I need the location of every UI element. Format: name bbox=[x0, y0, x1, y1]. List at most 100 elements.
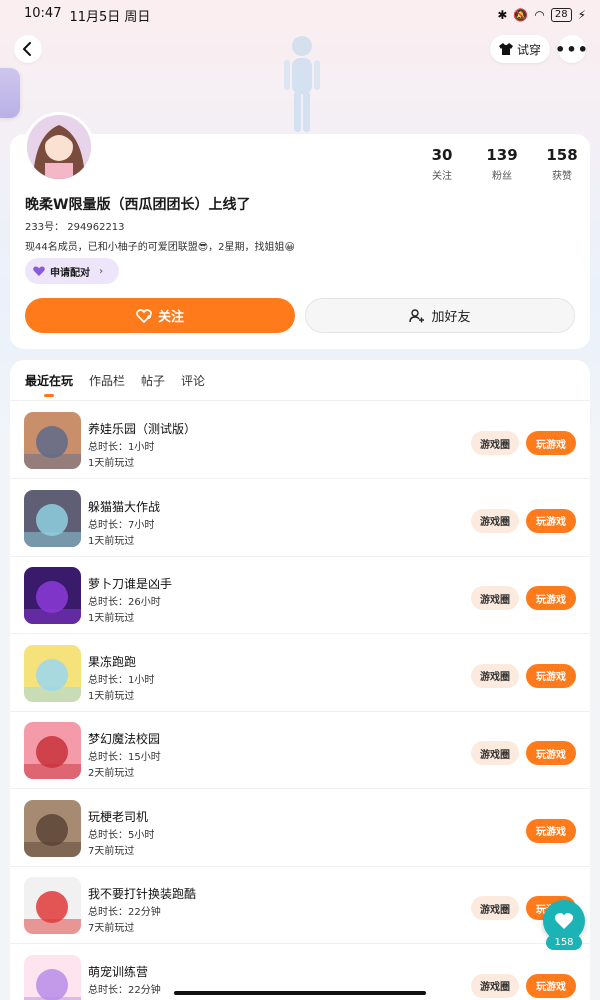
username: 晚柔W限量版（西瓜团团长）上线了 bbox=[25, 197, 251, 213]
wifi-icon: ◠ bbox=[534, 8, 545, 22]
game-row[interactable]: 萝卜刀谁是凶手 总时长：26小时 1天前玩过 游戏圈 玩游戏 bbox=[10, 557, 590, 634]
stat-number: 158 bbox=[546, 146, 578, 164]
game-last-played: 1天前玩过 bbox=[88, 535, 135, 547]
game-row[interactable]: 躲猫猫大作战 总时长：7小时 1天前玩过 游戏圈 玩游戏 bbox=[10, 480, 590, 557]
game-last-played: 1天前玩过 bbox=[88, 690, 135, 702]
add-friend-label: 加好友 bbox=[431, 310, 471, 325]
user-avatar[interactable] bbox=[24, 112, 94, 182]
avatar-3d-figure bbox=[284, 36, 320, 132]
like-count: 158 bbox=[546, 935, 582, 950]
status-time: 10:47 bbox=[24, 5, 62, 21]
play-game-button[interactable]: 玩游戏 bbox=[526, 741, 576, 765]
game-duration: 总时长：1小时 bbox=[88, 442, 155, 453]
tab-posts[interactable]: 帖子 bbox=[141, 372, 165, 395]
stat-label: 粉丝 bbox=[492, 171, 512, 182]
play-game-button[interactable]: 玩游戏 bbox=[526, 431, 576, 455]
game-icon[interactable] bbox=[24, 567, 81, 624]
game-name: 梦幻魔法校园 bbox=[88, 732, 161, 746]
request-pair-label: 申请配对 bbox=[50, 267, 90, 279]
stat-number: 139 bbox=[486, 146, 518, 164]
game-name: 躲猫猫大作战 bbox=[88, 499, 161, 514]
more-icon: ••• bbox=[555, 39, 589, 59]
heart-icon bbox=[33, 265, 45, 276]
game-name: 果冻跑跑 bbox=[88, 654, 137, 669]
tab-comments[interactable]: 评论 bbox=[181, 372, 205, 395]
game-last-played: 1天前玩过 bbox=[88, 613, 135, 624]
game-row[interactable]: 果冻跑跑总时长：1小时 1天前玩过 游戏圈 玩游戏 bbox=[10, 635, 590, 712]
game-duration: 总时长：7小时 bbox=[88, 519, 155, 531]
game-icon[interactable] bbox=[24, 954, 81, 1000]
more-button[interactable]: ••• bbox=[555, 35, 589, 63]
game-row[interactable]: 玩梗老司机总时长：5小时 7天前玩过 玩游戏 bbox=[10, 790, 590, 867]
shirt-icon bbox=[498, 43, 513, 55]
chevron-left-icon bbox=[23, 42, 31, 56]
game-duration: 总时长：22分钟 bbox=[88, 984, 161, 996]
game-duration: 总时长：5小时 bbox=[88, 829, 155, 841]
status-date: 11月5日 周日 bbox=[69, 9, 151, 25]
heart-fill-icon bbox=[554, 913, 574, 929]
divider bbox=[10, 400, 590, 401]
game-icon[interactable] bbox=[24, 877, 81, 934]
request-pair-button[interactable]: 申请配对 › bbox=[25, 258, 119, 284]
game-circle-button[interactable]: 游戏圈 bbox=[471, 896, 519, 920]
game-circle-button[interactable]: 游戏圈 bbox=[471, 741, 519, 765]
follow-button[interactable]: 关注 bbox=[25, 298, 295, 333]
back-button[interactable] bbox=[14, 35, 42, 63]
play-game-button[interactable]: 玩游戏 bbox=[526, 973, 576, 998]
stat-followers[interactable]: 139 粉丝 bbox=[472, 146, 532, 182]
follow-heart-icon bbox=[136, 308, 152, 323]
game-icon[interactable] bbox=[24, 412, 81, 469]
game-icon[interactable] bbox=[24, 799, 81, 857]
game-icon[interactable] bbox=[24, 489, 81, 547]
user-bio: 现44名成员，已和小柚子的可爱团联盟😎，2星期，找姐姐😀 bbox=[25, 242, 295, 253]
follow-label: 关注 bbox=[157, 310, 184, 325]
add-person-icon bbox=[409, 308, 425, 322]
game-row[interactable]: 我不要打针换装跑酷总时长：22分钟7天前玩过游戏圈玩游戏 bbox=[10, 867, 590, 944]
profile-stats: 30 关注 139 粉丝 158 获赞 bbox=[412, 146, 592, 182]
game-row[interactable]: 梦幻魔法校园 总时长：15小时 2天前玩过 游戏圈 玩游戏 bbox=[10, 712, 590, 789]
home-indicator[interactable] bbox=[174, 991, 426, 995]
stat-likes[interactable]: 158 获赞 bbox=[532, 146, 592, 182]
game-circle-button[interactable]: 游戏圈 bbox=[471, 508, 519, 533]
game-circle-button[interactable]: 游戏圈 bbox=[471, 663, 519, 688]
battery-indicator: 28 bbox=[550, 8, 572, 22]
play-game-button[interactable]: 玩游戏 bbox=[526, 818, 576, 843]
side-drawer-tab[interactable] bbox=[0, 68, 20, 118]
game-circle-button[interactable]: 游戏圈 bbox=[471, 586, 519, 610]
game-duration: 总时长：1小时 bbox=[88, 674, 155, 686]
game-name: 我不要打针换装跑酷 bbox=[88, 887, 197, 901]
game-name: 养娃乐园（测试版） bbox=[88, 422, 197, 436]
avatar-image bbox=[27, 115, 91, 179]
mute-icon: 🔕 bbox=[513, 8, 529, 22]
try-on-label: 试穿 bbox=[516, 42, 541, 57]
game-duration: 总时长：15小时 bbox=[88, 752, 161, 763]
game-circle-button[interactable]: 游戏圈 bbox=[471, 973, 519, 998]
game-icon[interactable] bbox=[24, 722, 81, 779]
status-bar: 10:47 11月5日 周日 ✱ 🔕 ◠ 28 ⚡ bbox=[0, 0, 600, 30]
game-name: 萝卜刀谁是凶手 bbox=[88, 577, 173, 591]
game-last-played: 2天前玩过 bbox=[88, 768, 135, 779]
game-last-played: 7天前玩过 bbox=[88, 845, 135, 857]
game-circle-button[interactable]: 游戏圈 bbox=[471, 431, 519, 455]
game-icon[interactable] bbox=[24, 644, 81, 702]
game-last-played: 1天前玩过 bbox=[88, 458, 135, 469]
charging-icon: ⚡ bbox=[577, 8, 586, 22]
game-last-played: 7天前玩过 bbox=[88, 923, 135, 934]
game-name: 玩梗老司机 bbox=[88, 809, 149, 824]
game-row[interactable]: 养娃乐园（测试版） 总时长：1小时 1天前玩过 游戏圈 玩游戏 bbox=[10, 402, 590, 479]
bluetooth-icon: ✱ bbox=[497, 8, 508, 22]
game-duration: 总时长：26小时 bbox=[88, 597, 161, 608]
try-on-button[interactable]: 试穿 bbox=[490, 35, 550, 63]
play-game-button[interactable]: 玩游戏 bbox=[526, 586, 576, 610]
tab-works[interactable]: 作品栏 bbox=[89, 372, 125, 395]
stat-following[interactable]: 30 关注 bbox=[412, 146, 472, 182]
stat-number: 30 bbox=[431, 146, 453, 164]
stat-label: 关注 bbox=[432, 171, 452, 182]
play-game-button[interactable]: 玩游戏 bbox=[526, 508, 576, 533]
stat-label: 获赞 bbox=[552, 171, 572, 182]
play-game-button[interactable]: 玩游戏 bbox=[526, 663, 576, 688]
game-duration: 总时长：22分钟 bbox=[88, 907, 161, 918]
add-friend-button[interactable]: 加好友 bbox=[305, 298, 575, 333]
tab-recently-played[interactable]: 最近在玩 bbox=[25, 372, 73, 395]
profile-tabs: 最近在玩 作品栏 帖子 评论 bbox=[25, 372, 205, 395]
